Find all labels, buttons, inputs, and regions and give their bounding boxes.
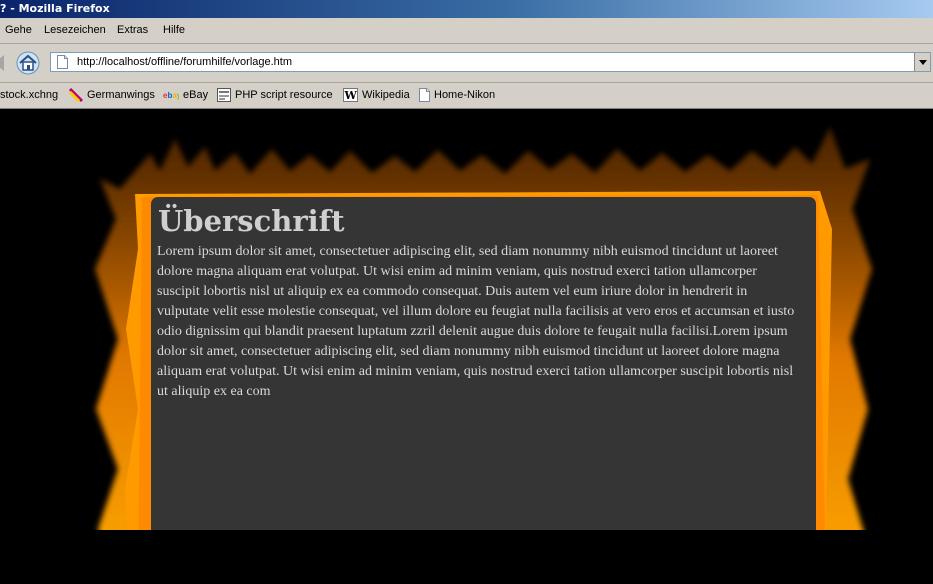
menu-extras[interactable]: Extras xyxy=(117,18,148,43)
bookmark-php-script-resource[interactable]: PHP script resource xyxy=(217,83,333,108)
menu-bar: Gehe Lesezeichen Extras Hilfe xyxy=(0,18,933,44)
menu-gehe[interactable]: Gehe xyxy=(5,18,32,43)
svg-text:ebay: ebay xyxy=(163,91,179,100)
content-panel: Überschrift Lorem ipsum dolor sit amet, … xyxy=(151,197,816,584)
bookmark-stock-xchng[interactable]: stock.xchng xyxy=(0,83,58,108)
bookmark-ebay[interactable]: ebay eBay xyxy=(163,83,208,108)
svg-text:W: W xyxy=(344,89,358,102)
ebay-icon: ebay xyxy=(163,91,179,100)
back-arrow-icon[interactable] xyxy=(0,55,4,71)
url-text: http://localhost/offline/forumhilfe/vorl… xyxy=(77,56,293,68)
bookmarks-toolbar: stock.xchng Germanwings ebay eBay PHP sc… xyxy=(0,83,933,109)
menu-lesezeichen[interactable]: Lesezeichen xyxy=(44,18,106,43)
window-titlebar: ? - Mozilla Firefox xyxy=(0,0,933,18)
germanwings-icon xyxy=(69,88,83,103)
navigation-toolbar: http://localhost/offline/forumhilfe/vorl… xyxy=(0,44,933,83)
page-heading: Überschrift xyxy=(158,204,345,238)
window-title: ? - Mozilla Firefox xyxy=(0,2,110,15)
page-body-text: Lorem ipsum dolor sit amet, consectetuer… xyxy=(157,244,795,399)
page-icon xyxy=(57,55,68,69)
bookmark-germanwings[interactable]: Germanwings xyxy=(69,83,155,108)
php-icon xyxy=(217,88,231,103)
bookmark-wikipedia[interactable]: W Wikipedia xyxy=(343,83,410,108)
page-icon xyxy=(419,88,430,103)
page-content: Überschrift Lorem ipsum dolor sit amet, … xyxy=(0,109,933,584)
bottom-area xyxy=(0,530,933,584)
wikipedia-icon: W xyxy=(343,88,358,103)
menu-hilfe[interactable]: Hilfe xyxy=(163,18,185,43)
url-bar[interactable]: http://localhost/offline/forumhilfe/vorl… xyxy=(50,52,931,72)
url-dropdown-button[interactable] xyxy=(914,53,930,71)
home-icon[interactable] xyxy=(15,51,41,75)
bookmark-home-nikon[interactable]: Home-Nikon xyxy=(419,83,495,108)
